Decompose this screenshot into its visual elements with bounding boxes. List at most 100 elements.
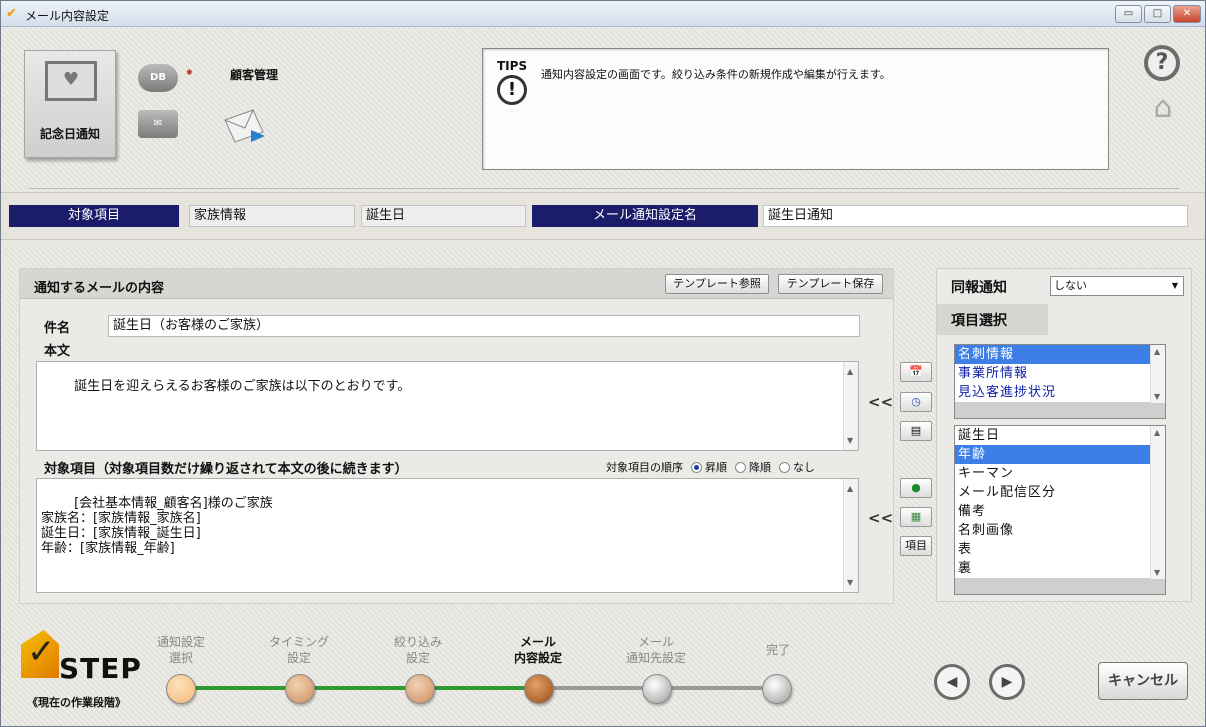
- mail-content-panel: 通知するメールの内容 テンプレート参照 テンプレート保存 件名 誕生日（お客様の…: [19, 268, 894, 604]
- insert-arrow-top[interactable]: <<: [868, 393, 893, 411]
- field-item[interactable]: 裏: [955, 559, 1165, 578]
- window-title: メール内容設定: [25, 9, 110, 23]
- side-panel: 同報通知 しない ▼ 項目選択 名刺情報 事業所情報 見込客進捗状況 ▲ ▼ 誕生日…: [936, 268, 1192, 602]
- items-scrollbar[interactable]: ▲ ▼: [843, 479, 858, 592]
- step-footer: STEP 《現在の作業段階》 通知設定選択 タイミング設定 絞り込み設定 メール…: [1, 618, 1205, 726]
- order-options: 対象項目の順序 昇順 降順 なし: [606, 459, 815, 475]
- prev-button[interactable]: ◀: [934, 664, 970, 700]
- db-caption: 顧客管理: [230, 68, 279, 82]
- step-label-1: 通知設定 選択: [156, 635, 205, 665]
- tips-title: TIPS: [497, 59, 528, 73]
- field-scrollbar[interactable]: ▲ ▼: [1150, 426, 1165, 579]
- notify-select[interactable]: しない ▼: [1050, 276, 1184, 296]
- notify-label: 同報通知: [951, 280, 1007, 296]
- step-word: STEP: [59, 652, 142, 685]
- close-button[interactable]: ✕: [1173, 5, 1201, 23]
- map-icon[interactable]: ▦: [900, 507, 932, 527]
- field-item[interactable]: 表: [955, 540, 1165, 559]
- target-item-value1: 家族情報: [189, 205, 355, 227]
- order-none-label: なし: [793, 461, 815, 474]
- step-label-2: タイミング 設定: [268, 635, 329, 665]
- help-icon[interactable]: ?: [1144, 45, 1180, 81]
- body-label: 本文: [44, 344, 71, 359]
- insert-arrow-bottom[interactable]: <<: [868, 509, 893, 527]
- mail-content-header: 通知するメールの内容 テンプレート参照 テンプレート保存: [20, 269, 893, 299]
- step-dot-5: [642, 674, 672, 704]
- anniversary-notice-tile[interactable]: ♥ 記念日通知: [24, 50, 116, 158]
- category-item[interactable]: 事業所情報: [955, 364, 1165, 383]
- step-logo: STEP 《現在の作業段階》: [21, 630, 142, 709]
- clock-icon[interactable]: ◷: [900, 392, 932, 412]
- order-desc-label: 降順: [749, 461, 771, 474]
- items-label: 対象項目（対象項目数だけ繰り返されて本文の後に続きます）: [44, 462, 408, 477]
- field-item[interactable]: 備考: [955, 502, 1165, 521]
- field-item[interactable]: 名刺画像: [955, 521, 1165, 540]
- next-button[interactable]: ▶: [989, 664, 1025, 700]
- table-icon[interactable]: ▤: [900, 421, 932, 441]
- step-caption: 《現在の作業段階》: [27, 696, 126, 709]
- step-dot-3: [405, 674, 435, 704]
- section-title: 通知するメールの内容: [34, 281, 165, 296]
- calendar-icon[interactable]: 📅: [900, 362, 932, 382]
- category-item[interactable]: 名刺情報: [955, 345, 1165, 364]
- order-none-radio[interactable]: [779, 462, 790, 473]
- target-item-label: 対象項目: [9, 205, 179, 227]
- step-dot-4: [524, 674, 554, 704]
- step-label-6: 完了: [765, 643, 790, 657]
- field-list: 誕生日 年齢 キーマン メール配信区分 備考 名刺画像 表 裏 ▲ ▼: [954, 425, 1166, 595]
- field-hscroll[interactable]: [955, 578, 1165, 594]
- field-item[interactable]: メール配信区分: [955, 483, 1165, 502]
- checkmark-icon: [21, 630, 59, 678]
- field-item[interactable]: 誕生日: [955, 426, 1165, 445]
- order-desc-radio[interactable]: [735, 462, 746, 473]
- template-save-button[interactable]: テンプレート保存: [778, 274, 883, 294]
- step-label-5: メール 通知先設定: [625, 635, 686, 665]
- globe-icon[interactable]: ●: [900, 478, 932, 498]
- target-item-value2: 誕生日: [361, 205, 526, 227]
- send-mail-icon: [223, 106, 267, 144]
- body-text: 誕生日を迎えらえるお客様のご家族は以下のとおりです。: [74, 379, 411, 394]
- template-ref-button[interactable]: テンプレート参照: [665, 274, 769, 294]
- category-hscroll[interactable]: [955, 402, 1165, 418]
- step-dot-1: [166, 674, 196, 704]
- main-panel: 通知するメールの内容 テンプレート参照 テンプレート保存 件名 誕生日（お客様の…: [5, 248, 1203, 614]
- app-window: ✔ メール内容設定 ▭ □ ✕ ♥ 記念日通知 DB ✱ 顧客管理 ✉ TIPS…: [0, 0, 1206, 727]
- order-asc-label: 昇順: [705, 461, 727, 474]
- order-asc-radio[interactable]: [691, 462, 702, 473]
- body-scrollbar[interactable]: ▲ ▼: [843, 362, 858, 450]
- home-icon[interactable]: ⌂: [1143, 88, 1183, 128]
- maximize-button[interactable]: □: [1144, 5, 1171, 23]
- setting-name-label: メール通知設定名: [532, 205, 758, 227]
- sql-server-icon: ✱: [186, 68, 193, 77]
- category-list: 名刺情報 事業所情報 見込客進捗状況 ▲ ▼: [954, 344, 1166, 419]
- order-label: 対象項目の順序: [606, 461, 683, 474]
- dropdown-arrow-icon: ▼: [1171, 281, 1178, 290]
- items-text: [会社基本情報_顧客名]様のご家族 家族名：[家族情報_家族名] 誕生日：[家族…: [41, 496, 273, 556]
- tips-text: 通知内容設定の画面です。絞り込み条件の新規作成や編集が行えます。: [541, 68, 891, 81]
- category-item[interactable]: 見込客進捗状況: [955, 383, 1165, 402]
- tips-box: TIPS ! 通知内容設定の画面です。絞り込み条件の新規作成や編集が行えます。: [482, 48, 1109, 170]
- field-item[interactable]: キーマン: [955, 464, 1165, 483]
- subject-label: 件名: [44, 321, 71, 336]
- cancel-button[interactable]: キャンセル: [1098, 662, 1188, 700]
- database-icon: DB: [138, 64, 178, 92]
- field-item[interactable]: 年齢: [955, 445, 1165, 464]
- step-label-3: 絞り込み 設定: [393, 635, 442, 665]
- target-info-strip: 対象項目 家族情報 誕生日 メール通知設定名 誕生日通知: [1, 192, 1205, 240]
- item-button[interactable]: 項目: [900, 536, 932, 556]
- monitor-heart-icon: ♥: [45, 61, 97, 101]
- items-textarea[interactable]: [会社基本情報_顧客名]様のご家族 家族名：[家族情報_家族名] 誕生日：[家族…: [36, 478, 859, 593]
- exclamation-icon: !: [497, 75, 527, 105]
- select-label: 項目選択: [951, 313, 1007, 329]
- subject-input[interactable]: 誕生日（お客様のご家族）: [108, 315, 860, 337]
- minimize-button[interactable]: ▭: [1115, 5, 1142, 23]
- notify-value: しない: [1054, 279, 1087, 292]
- step-label-4: メール 内容設定: [513, 635, 562, 665]
- step-dot-6: [762, 674, 792, 704]
- header-area: ♥ 記念日通知 DB ✱ 顧客管理 ✉ TIPS ! 通知内容設定の画面です。絞…: [1, 28, 1205, 190]
- setting-name-value: 誕生日通知: [763, 205, 1188, 227]
- mail-tray-icon: ✉: [138, 110, 178, 138]
- body-textarea[interactable]: 誕生日を迎えらえるお客様のご家族は以下のとおりです。 ▲ ▼: [36, 361, 859, 451]
- progress-line-done: [196, 686, 541, 690]
- category-scrollbar[interactable]: ▲ ▼: [1150, 345, 1165, 403]
